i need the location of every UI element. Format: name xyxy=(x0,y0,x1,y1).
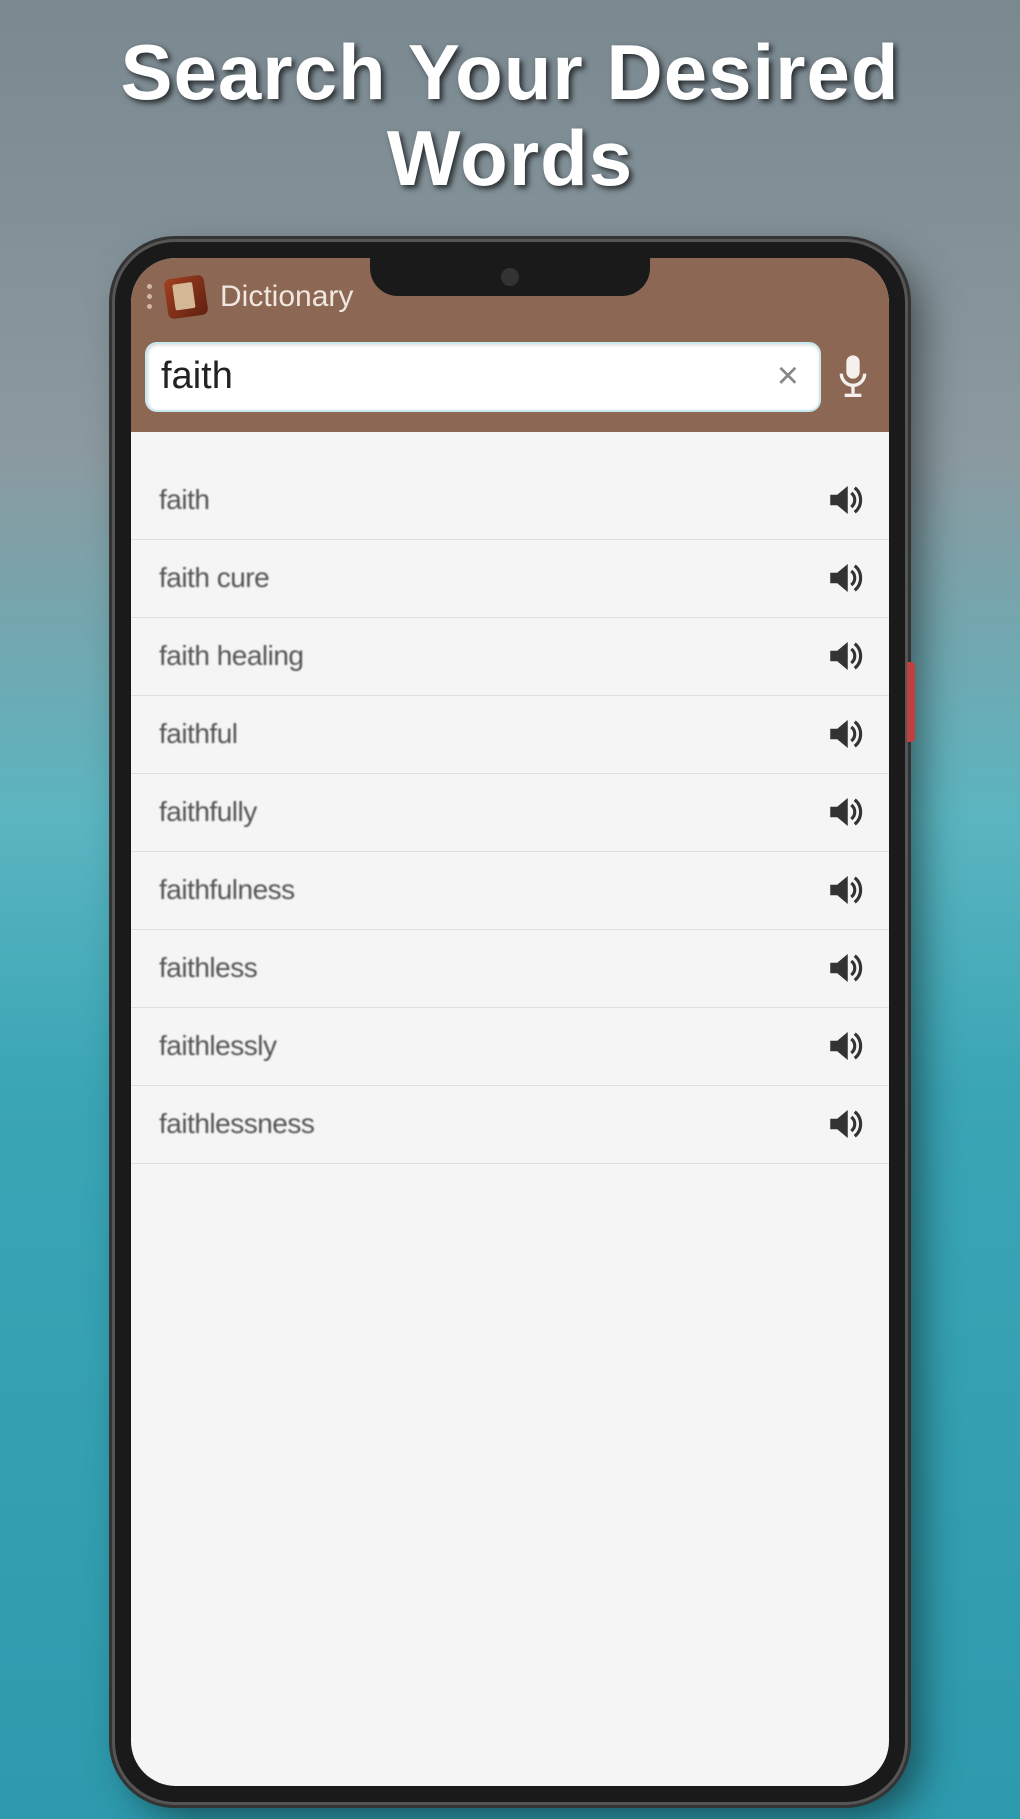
phone-screen: Dictionary × faith faith cure faith healin… xyxy=(131,258,889,1786)
result-row[interactable]: faith cure xyxy=(131,540,889,618)
speaker-icon[interactable] xyxy=(825,1025,867,1067)
result-word: faithful xyxy=(159,718,238,750)
result-word: faithfulness xyxy=(159,874,295,906)
result-row[interactable]: faithfulness xyxy=(131,852,889,930)
promo-title: Search Your Desired Words xyxy=(0,0,1020,222)
search-input[interactable] xyxy=(161,355,771,398)
promo-title-line2: Words xyxy=(40,116,980,202)
result-word: faithlessness xyxy=(159,1108,314,1140)
result-row[interactable]: faithlessness xyxy=(131,1086,889,1164)
phone-notch xyxy=(370,258,650,296)
app-icon xyxy=(163,274,208,319)
speaker-icon[interactable] xyxy=(825,791,867,833)
result-row[interactable]: faithful xyxy=(131,696,889,774)
speaker-icon[interactable] xyxy=(825,557,867,599)
result-word: faith xyxy=(159,484,209,516)
microphone-icon[interactable] xyxy=(833,352,873,402)
result-row[interactable]: faith healing xyxy=(131,618,889,696)
result-word: faith cure xyxy=(159,562,269,594)
result-row[interactable]: faithlessly xyxy=(131,1008,889,1086)
result-word: faithfully xyxy=(159,796,257,828)
menu-button[interactable] xyxy=(147,284,152,309)
promo-title-line1: Search Your Desired xyxy=(40,30,980,116)
result-word: faith healing xyxy=(159,640,304,672)
search-bar: × xyxy=(131,326,889,432)
result-word: faithless xyxy=(159,952,257,984)
speaker-icon[interactable] xyxy=(825,947,867,989)
result-row[interactable]: faithless xyxy=(131,930,889,1008)
result-row[interactable]: faith xyxy=(131,462,889,540)
search-input-wrap: × xyxy=(147,344,819,410)
speaker-icon[interactable] xyxy=(825,479,867,521)
clear-icon[interactable]: × xyxy=(771,355,805,398)
speaker-icon[interactable] xyxy=(825,713,867,755)
speaker-icon[interactable] xyxy=(825,1103,867,1145)
speaker-icon[interactable] xyxy=(825,635,867,677)
phone-frame: Dictionary × faith faith cure faith healin… xyxy=(115,242,905,1802)
result-word: faithlessly xyxy=(159,1030,276,1062)
app-title: Dictionary xyxy=(220,280,353,314)
speaker-icon[interactable] xyxy=(825,869,867,911)
result-row[interactable]: faithfully xyxy=(131,774,889,852)
results-list: faith faith cure faith healing faithful fait… xyxy=(131,432,889,1164)
